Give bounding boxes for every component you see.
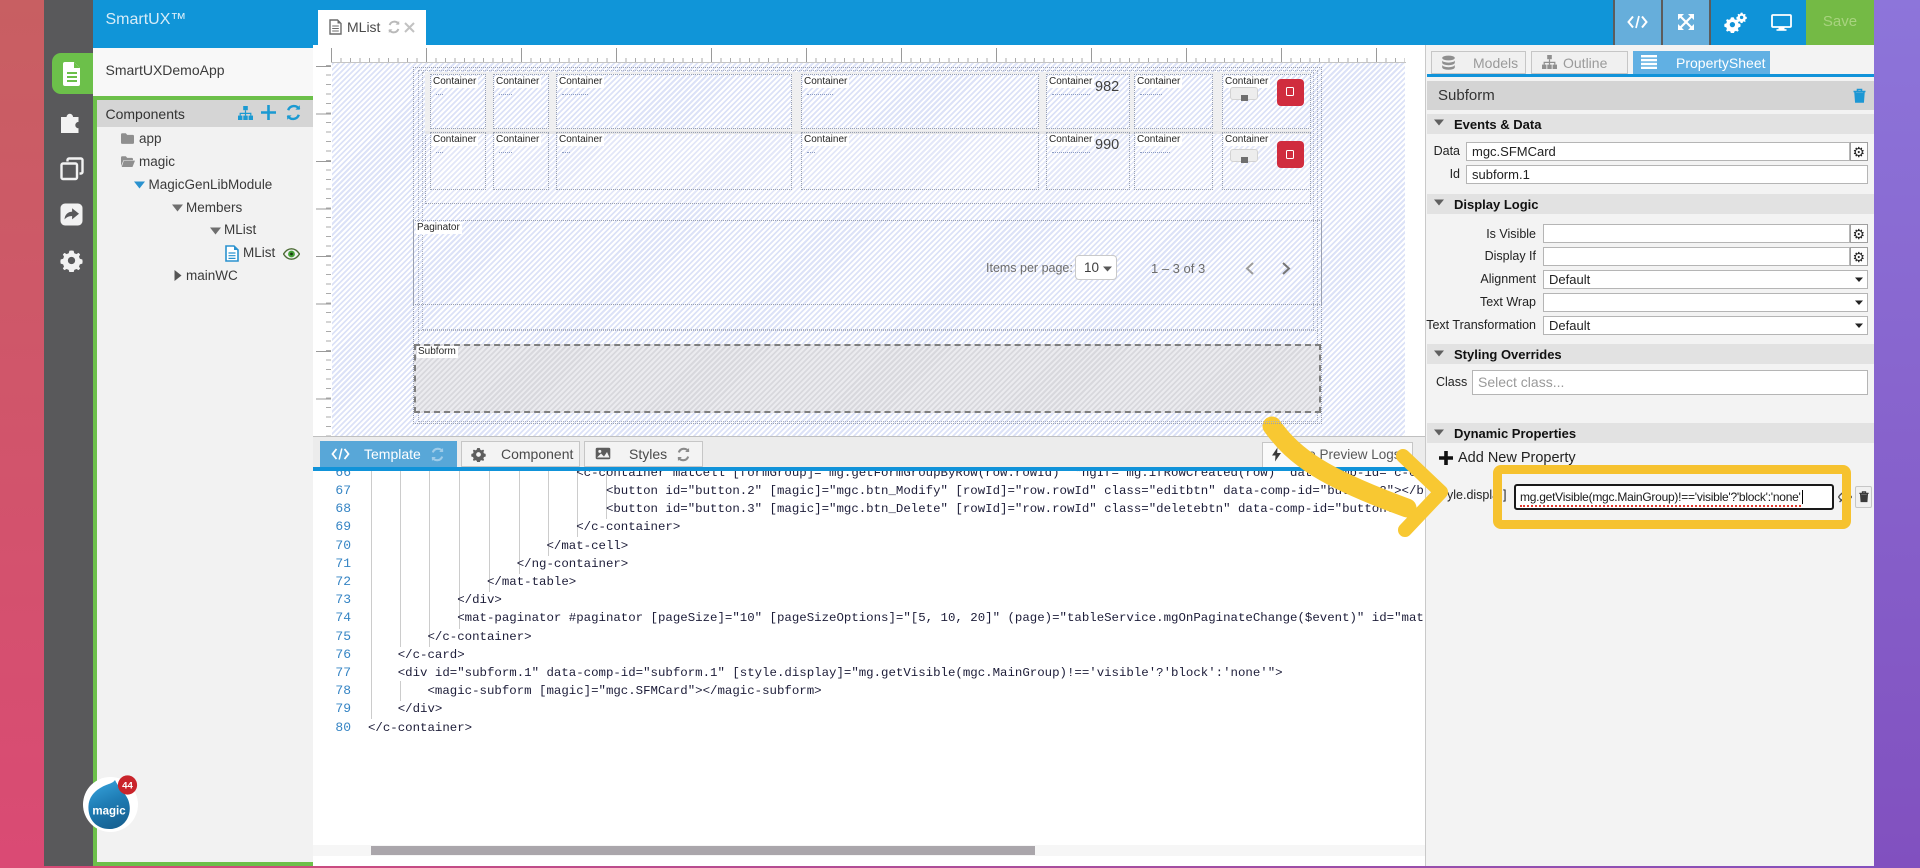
svg-text:magic: magic xyxy=(92,805,126,817)
svg-text:44: 44 xyxy=(122,780,133,791)
